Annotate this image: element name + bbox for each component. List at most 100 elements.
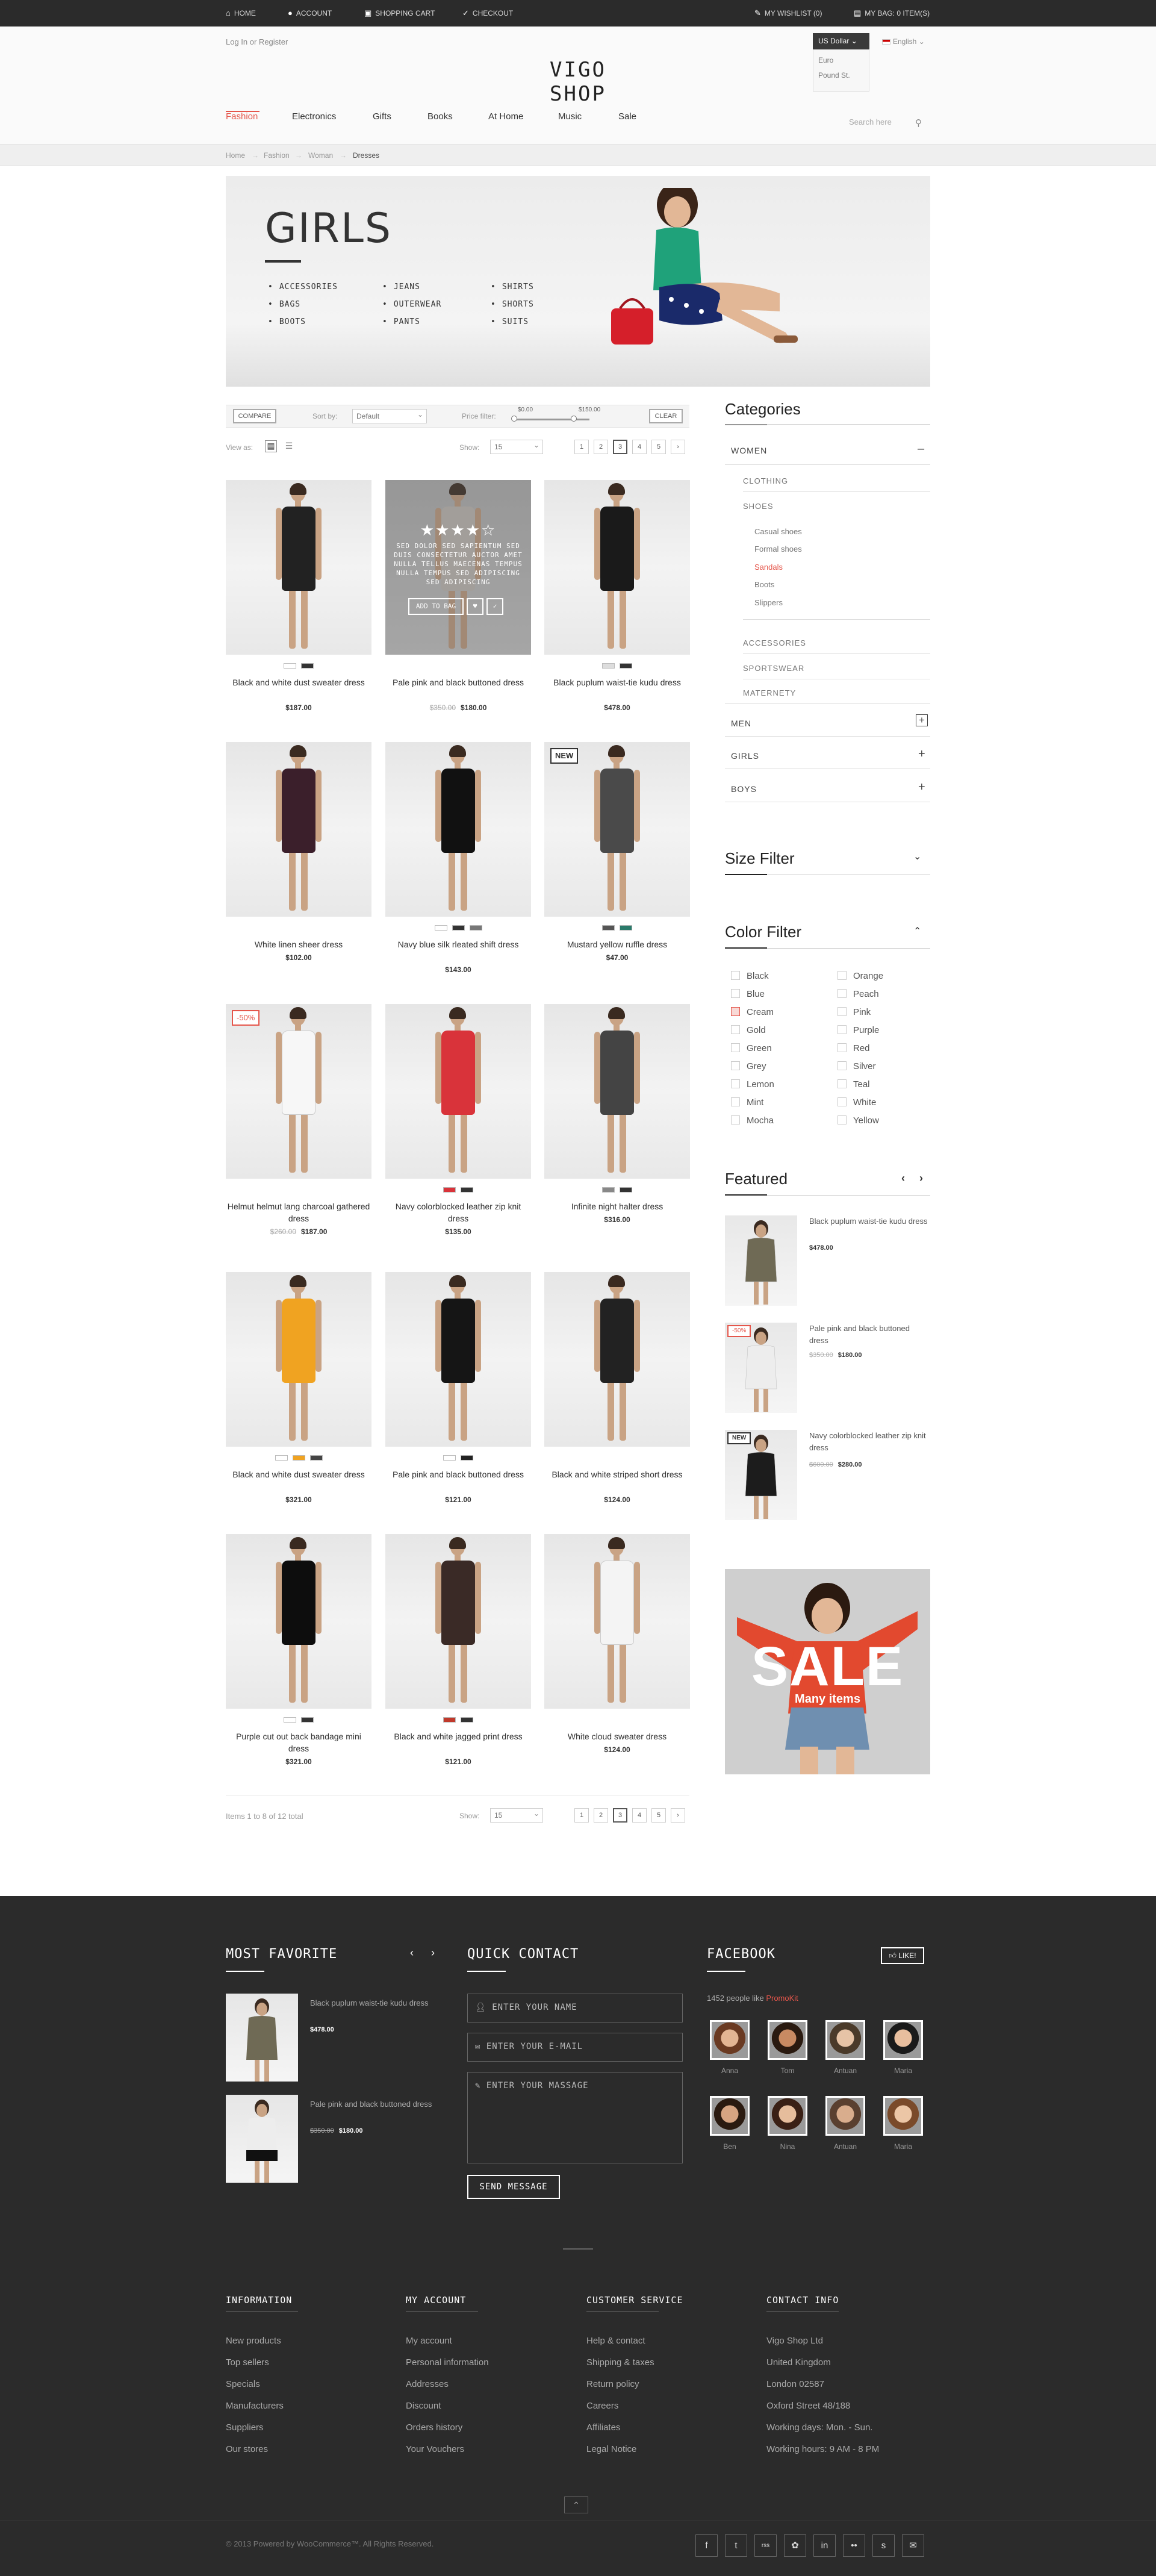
checkbox[interactable] [837,989,847,998]
search-icon[interactable]: ⚲ [915,117,922,128]
color-option-purple[interactable]: Purple [837,1025,879,1035]
color-swatch[interactable] [461,1187,473,1193]
chevron-up-icon[interactable]: ⌃ [913,925,921,937]
currency-option[interactable]: Euro [818,56,864,71]
check-icon[interactable]: ✓ [486,598,503,615]
footer-link[interactable]: Personal information [406,2357,489,2368]
likes-brand-link[interactable]: PromoKit [766,1994,798,2003]
price-slider-track[interactable] [514,419,589,420]
banner-link[interactable]: SHIRTS [491,282,534,300]
color-option-pink[interactable]: Pink [837,1007,871,1017]
color-swatch[interactable] [443,1717,456,1723]
product-card[interactable]: Navy colorblocked leather zip knit dress… [385,1004,531,1236]
facebook-avatar[interactable] [710,2096,750,2136]
product-image[interactable] [385,1272,531,1447]
color-swatch[interactable] [620,1187,632,1193]
page-button[interactable]: 5 [651,1808,666,1823]
product-card[interactable]: -50% Helmut helmut lang charcoal gathered… [226,1004,371,1236]
prev-arrow-icon[interactable]: ‹ [410,1947,414,1959]
product-card[interactable]: Black and white striped short dress $124.… [544,1272,690,1504]
category-men[interactable]: MEN [731,719,751,728]
featured-item[interactable]: NEW Navy colorblocked leather zip knit dr… [725,1430,930,1520]
color-swatch[interactable] [284,1717,296,1723]
category-clothing[interactable]: CLOTHING [743,476,788,485]
page-button[interactable]: 1 [574,1808,589,1823]
currency-dropdown[interactable]: US Dollar ⌄ [813,33,869,49]
product-name[interactable]: Helmut helmut lang charcoal gathered dre… [226,1200,371,1224]
show-count-select[interactable]: 15 [490,1807,543,1823]
product-image[interactable]: NEW [544,742,690,917]
color-swatch[interactable] [301,663,314,669]
product-image[interactable]: ★★★★☆ SED DOLOR SED SAPIENTUM SED DUIS CO… [385,480,531,655]
page-button[interactable]: 4 [632,440,647,454]
product-image[interactable] [226,480,371,655]
prev-arrow-icon[interactable]: ‹ [901,1172,905,1185]
nav-item-fashion[interactable]: Fashion [226,111,258,122]
clear-button[interactable]: CLEAR [649,409,683,423]
footer-link[interactable]: Specials [226,2379,260,2389]
language-dropdown[interactable]: English ⌄ [882,37,925,46]
product-name[interactable]: Black and white dust sweater dress [226,1468,371,1480]
bag-link[interactable]: ▤ My bag: 0 item(s) [854,0,930,27]
next-arrow-icon[interactable]: › [431,1947,435,1959]
footer-link[interactable]: Legal Notice [586,2444,636,2454]
color-option-red[interactable]: Red [837,1043,870,1053]
checkbox[interactable] [731,1007,740,1016]
facebook-like-button[interactable]: 👍︎ LIKE! [881,1947,924,1964]
expand-icon[interactable]: + [918,747,925,761]
footer-link[interactable]: Affiliates [586,2422,620,2433]
color-option-green[interactable]: Green [731,1043,772,1053]
color-swatch[interactable] [620,663,632,669]
checkbox[interactable] [837,1079,847,1088]
page-button[interactable]: 5 [651,440,666,454]
nav-item-sale[interactable]: Sale [618,111,636,122]
color-swatch[interactable] [461,1455,473,1461]
product-image[interactable] [544,1004,690,1179]
product-name[interactable]: Navy blue silk rleated shift dress [385,938,531,950]
banner-link[interactable]: OUTERWEAR [382,300,441,317]
grid-view-icon[interactable]: ▦ [265,440,277,452]
featured-name[interactable]: Pale pink and black buttoned dress [809,1323,930,1347]
product-card[interactable]: White linen sheer dress $102.00 [226,742,371,962]
color-filter-title[interactable]: Color Filter [725,923,801,941]
color-option-orange[interactable]: Orange [837,971,883,981]
product-name[interactable]: Black and white dust sweater dress [226,676,371,688]
color-swatch[interactable] [602,663,615,669]
price-slider-handle-max[interactable] [571,416,577,422]
category-maternety[interactable]: MATERNETY [743,688,796,697]
home-link[interactable]: ⌂ Home [226,0,256,27]
checkbox[interactable] [837,1115,847,1124]
compare-button[interactable]: COMPARE [233,409,276,423]
list-view-icon[interactable]: ☰ [283,440,295,452]
nav-item-books[interactable]: Books [427,111,453,122]
product-name[interactable]: Pale pink and black buttoned dress [385,676,531,688]
checkbox[interactable] [837,1097,847,1106]
color-swatch[interactable] [309,1455,323,1461]
page-button[interactable]: 2 [594,1808,608,1823]
product-image[interactable] [544,1534,690,1709]
nav-item-gifts[interactable]: Gifts [373,111,391,122]
banner-link[interactable]: BOOTS [268,317,338,335]
facebook-avatar[interactable] [710,2020,750,2060]
color-option-lemon[interactable]: Lemon [731,1079,774,1090]
category-slippers[interactable]: Slippers [754,598,783,607]
contact-name-input[interactable]: 👤︎ ENTER YOUR NAME [467,1994,683,2022]
category-sportswear[interactable]: SPORTSWEAR [743,664,804,673]
category-women[interactable]: WOMEN [731,446,767,455]
favorite-thumbnail[interactable] [226,2095,298,2183]
back-to-top-icon[interactable]: ⌃ [564,2496,588,2513]
product-name[interactable]: Black and white striped short dress [544,1468,690,1480]
featured-thumbnail[interactable] [725,1215,797,1306]
sale-banner[interactable]: SALE Many items [725,1569,930,1774]
footer-link[interactable]: Manufacturers [226,2401,284,2411]
product-name[interactable]: Pale pink and black buttoned dress [385,1468,531,1480]
product-name[interactable]: Navy colorblocked leather zip knit dress [385,1200,531,1224]
color-option-teal[interactable]: Teal [837,1079,870,1090]
color-swatch[interactable] [443,1455,456,1461]
product-image[interactable] [544,480,690,655]
product-card[interactable]: Black puplum waist-tie kudu dress $478.00 [544,480,690,712]
featured-item[interactable]: -50% Pale pink and black buttoned dress $3… [725,1323,930,1413]
checkbox[interactable] [837,1025,847,1034]
footer-link[interactable]: Suppliers [226,2422,264,2433]
footer-link[interactable]: Discount [406,2401,441,2411]
